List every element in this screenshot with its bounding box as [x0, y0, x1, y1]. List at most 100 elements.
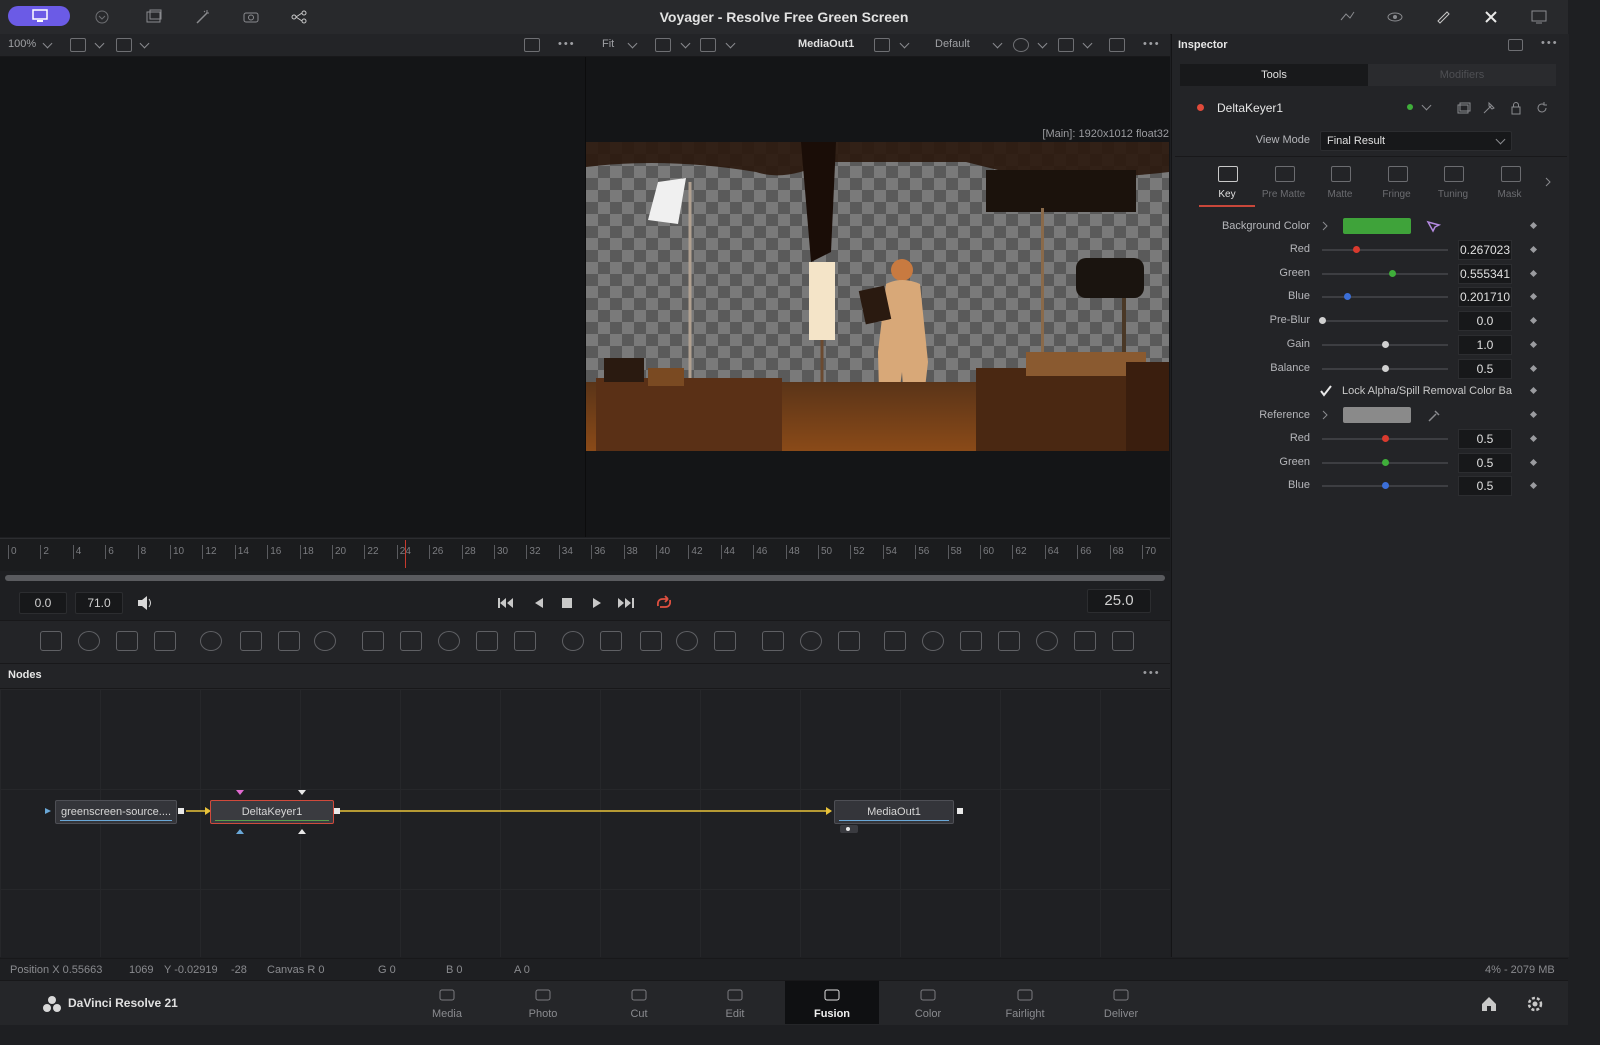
more-options-icon[interactable]: •••	[1143, 38, 1161, 50]
param-value-field[interactable]: 0.5	[1458, 476, 1512, 497]
chevron-right-icon[interactable]	[1320, 409, 1330, 421]
chevron-down-icon[interactable]	[94, 38, 105, 49]
transform-tool-icon[interactable]	[514, 631, 536, 651]
chevron-down-icon[interactable]	[899, 38, 910, 49]
metadata-icon[interactable]	[1434, 8, 1454, 26]
chevron-right-icon[interactable]	[1320, 220, 1330, 232]
subtab-pre-matte[interactable]: Pre Matte	[1256, 164, 1312, 204]
pin-icon[interactable]	[1481, 100, 1497, 116]
image-tool-icon[interactable]	[78, 631, 100, 651]
channel-icon[interactable]	[874, 38, 890, 52]
page-edit[interactable]: Edit	[688, 981, 782, 1024]
particle-style-icon[interactable]	[838, 631, 860, 651]
param-value-field[interactable]: 0.0	[1458, 311, 1512, 332]
current-frame-field[interactable]: 25.0	[1087, 589, 1151, 613]
param-value-field[interactable]: 0.5	[1458, 429, 1512, 449]
go-to-end-icon[interactable]	[617, 594, 635, 610]
node-output-port[interactable]	[178, 808, 184, 814]
node-output-port[interactable]	[957, 808, 963, 814]
page-cut[interactable]: Cut	[592, 981, 686, 1024]
camera3d-icon[interactable]	[998, 631, 1020, 651]
version-dot[interactable]	[1407, 104, 1413, 110]
left-viewer[interactable]	[0, 57, 585, 537]
chevron-down-icon[interactable]	[1421, 100, 1432, 111]
param-slider[interactable]	[1322, 246, 1448, 253]
reference-color-swatch[interactable]	[1343, 407, 1411, 423]
fit-select[interactable]: Fit	[602, 38, 614, 50]
stop-icon[interactable]	[558, 594, 576, 610]
page-photo[interactable]: Photo	[496, 981, 590, 1024]
page-fusion[interactable]: Fusion	[785, 981, 879, 1024]
view-mode-select[interactable]: Final Result	[1320, 131, 1512, 151]
subtab-key[interactable]: Key	[1199, 164, 1255, 204]
render3d-icon[interactable]	[1074, 631, 1096, 651]
page-deliver[interactable]: Deliver	[1074, 981, 1168, 1024]
particles-tool-icon[interactable]	[200, 631, 222, 651]
param-slider[interactable]	[1322, 458, 1448, 466]
paint-tool-icon[interactable]	[154, 631, 176, 651]
chevron-down-icon[interactable]	[1495, 134, 1506, 145]
merge3d-tool-icon[interactable]	[400, 631, 422, 651]
text-tool-icon[interactable]	[116, 631, 138, 651]
rectangle-mask-icon[interactable]	[562, 631, 584, 651]
page-fairlight[interactable]: Fairlight	[978, 981, 1072, 1024]
subtab-matte[interactable]: Matte	[1312, 164, 1368, 204]
param-value-field[interactable]: 0.267023	[1458, 240, 1512, 260]
channel-tool-icon[interactable]	[438, 631, 460, 651]
panel-layout-icon[interactable]	[1508, 39, 1523, 51]
param-value-field[interactable]: 0.201710	[1458, 287, 1512, 308]
settings-icon[interactable]	[1482, 8, 1502, 26]
go-to-start-icon[interactable]	[496, 594, 514, 610]
param-slider[interactable]	[1322, 435, 1448, 442]
slider-knob[interactable]	[1382, 458, 1389, 466]
layout-icon[interactable]	[116, 38, 132, 52]
node-greenscreen-source[interactable]: greenscreen-source....	[55, 800, 177, 824]
chevron-down-icon[interactable]	[725, 38, 736, 49]
start-time-field[interactable]: 0.0	[19, 592, 67, 614]
param-value-field[interactable]: 0.5	[1458, 452, 1512, 473]
image-plane-icon[interactable]	[884, 631, 906, 651]
more-options-icon[interactable]: •••	[558, 38, 576, 50]
chevron-down-icon[interactable]	[992, 38, 1003, 49]
ellipse-mask-icon[interactable]	[600, 631, 622, 651]
merge-3d-icon[interactable]	[1036, 631, 1058, 651]
reverse-play-icon[interactable]	[530, 594, 548, 610]
tab-modifiers[interactable]: Modifiers	[1368, 64, 1556, 86]
color-icon[interactable]	[1013, 38, 1029, 52]
shape3d-icon[interactable]	[922, 631, 944, 651]
subtab-mask[interactable]: Mask	[1482, 164, 1538, 204]
param-slider[interactable]	[1319, 317, 1448, 325]
layout-icon[interactable]	[700, 38, 716, 52]
param-slider[interactable]	[1322, 482, 1448, 490]
grid-icon[interactable]	[1058, 38, 1074, 52]
loop-icon[interactable]	[654, 594, 672, 610]
particle-emitter-icon[interactable]	[762, 631, 784, 651]
param-slider[interactable]	[1322, 269, 1448, 277]
keyframe-icon[interactable]	[1338, 8, 1358, 26]
slider-knob[interactable]	[1382, 435, 1389, 442]
eyedropper-icon[interactable]	[1425, 407, 1443, 425]
chevron-down-icon[interactable]	[1037, 38, 1048, 49]
param-value-field[interactable]: 0.555341	[1458, 263, 1512, 284]
text3d-icon[interactable]	[960, 631, 982, 651]
slider-knob[interactable]	[1352, 246, 1360, 253]
home-icon[interactable]	[1480, 995, 1498, 1013]
chevron-down-icon[interactable]	[627, 38, 638, 49]
play-icon[interactable]	[588, 594, 606, 610]
chevron-down-icon[interactable]	[139, 38, 150, 49]
node-output-port[interactable]	[334, 808, 340, 814]
node-mediaout1[interactable]: MediaOut1	[834, 800, 954, 824]
param-slider[interactable]	[1322, 293, 1448, 301]
end-time-field[interactable]: 71.0	[75, 592, 123, 614]
slider-knob[interactable]	[1382, 340, 1389, 348]
light-icon[interactable]	[1112, 631, 1134, 651]
slider-knob[interactable]	[1382, 364, 1389, 372]
node-editor[interactable]: greenscreen-source.... DeltaKeyer1 Media…	[0, 689, 1170, 957]
fullscreen-icon[interactable]	[1530, 8, 1550, 26]
lock-icon[interactable]	[1508, 100, 1524, 116]
audio-icon[interactable]	[136, 594, 154, 610]
page-color[interactable]: Color	[881, 981, 975, 1024]
chevron-down-icon[interactable]	[1082, 38, 1093, 49]
brightness-tool-icon[interactable]	[278, 631, 300, 651]
curves-tool-icon[interactable]	[240, 631, 262, 651]
